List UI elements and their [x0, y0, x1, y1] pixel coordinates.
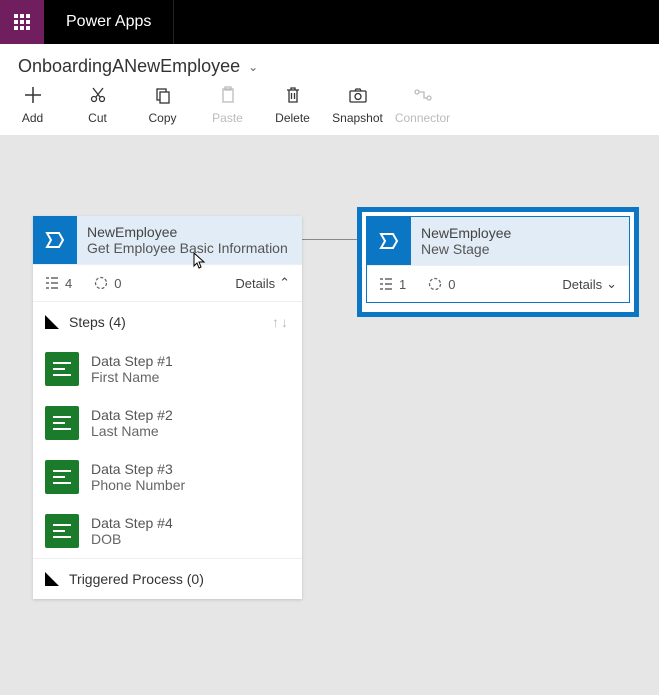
stage-flag-icon: [33, 216, 77, 264]
form-icon: [45, 406, 79, 440]
delete-label: Delete: [275, 111, 310, 125]
copy-icon: [153, 85, 173, 105]
snapshot-button[interactable]: Snapshot: [325, 85, 390, 125]
toolbar: Add Cut Copy Paste Delete Snapshot Conne…: [0, 77, 659, 135]
paste-label: Paste: [212, 111, 243, 125]
cycle-icon: [428, 277, 442, 291]
reorder-arrows-icon: ↑↓: [272, 314, 290, 330]
stage-card-1[interactable]: NewEmployee Get Employee Basic Informati…: [33, 216, 302, 599]
step-row[interactable]: Data Step #3Phone Number: [33, 450, 302, 504]
stage-name: New Stage: [421, 241, 619, 257]
scissors-icon: [88, 85, 108, 105]
stage-flag-icon: [367, 217, 411, 265]
triggered-section-header[interactable]: Triggered Process (0): [33, 558, 302, 599]
camera-icon: [348, 85, 368, 105]
paste-icon: [218, 85, 238, 105]
copy-button[interactable]: Copy: [130, 85, 195, 125]
list-icon: [45, 276, 59, 290]
form-icon: [45, 514, 79, 548]
form-icon: [45, 352, 79, 386]
chevron-up-icon: ⌃: [279, 275, 290, 291]
triangle-icon: [45, 315, 59, 329]
duration: 0: [428, 277, 455, 292]
steps-section-header[interactable]: Steps (4) ↑↓: [33, 301, 302, 342]
snapshot-label: Snapshot: [332, 111, 383, 125]
plus-icon: [23, 85, 43, 105]
cut-button[interactable]: Cut: [65, 85, 130, 125]
chevron-down-icon: ⌄: [248, 60, 258, 74]
details-toggle[interactable]: Details ⌃: [235, 275, 290, 291]
connector-label: Connector: [395, 111, 450, 125]
add-label: Add: [22, 111, 43, 125]
connector-button: Connector: [390, 85, 455, 125]
details-toggle[interactable]: Details ⌄: [562, 276, 617, 292]
stage-entity: NewEmployee: [421, 225, 619, 241]
step-row[interactable]: Data Step #2Last Name: [33, 396, 302, 450]
list-icon: [379, 277, 393, 291]
steps-count: 4: [45, 276, 72, 291]
app-launcher-button[interactable]: [0, 0, 44, 44]
waffle-icon: [14, 14, 30, 30]
connector-line: [302, 239, 357, 240]
header-divider: [173, 0, 174, 44]
step-row[interactable]: Data Step #1First Name: [33, 342, 302, 396]
cut-label: Cut: [88, 111, 107, 125]
process-name-label: OnboardingANewEmployee: [18, 56, 240, 77]
stage-card-2-selected[interactable]: NewEmployee New Stage 1 0 Details ⌄: [357, 207, 639, 317]
stage-name: Get Employee Basic Information: [87, 240, 292, 256]
steps-count: 1: [379, 277, 406, 292]
stage-entity: NewEmployee: [87, 224, 292, 240]
connector-icon: [413, 85, 433, 105]
duration: 0: [94, 276, 121, 291]
step-row[interactable]: Data Step #4DOB: [33, 504, 302, 558]
trash-icon: [283, 85, 303, 105]
copy-label: Copy: [148, 111, 176, 125]
triangle-icon: [45, 572, 59, 586]
cycle-icon: [94, 276, 108, 290]
add-button[interactable]: Add: [0, 85, 65, 125]
paste-button: Paste: [195, 85, 260, 125]
delete-button[interactable]: Delete: [260, 85, 325, 125]
chevron-down-icon: ⌄: [606, 276, 617, 292]
app-title: Power Apps: [44, 13, 173, 31]
form-icon: [45, 460, 79, 494]
canvas[interactable]: NewEmployee Get Employee Basic Informati…: [0, 135, 659, 695]
process-name-dropdown[interactable]: OnboardingANewEmployee ⌄: [18, 56, 641, 77]
